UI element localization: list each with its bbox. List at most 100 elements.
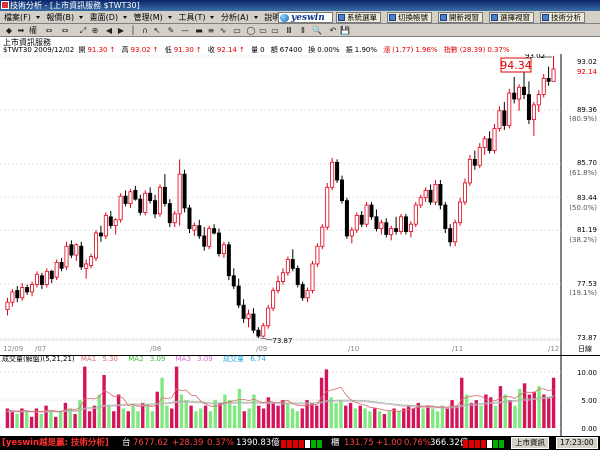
volume-bar [228,400,232,428]
volume-bar [112,411,116,428]
candle [157,184,162,217]
toolbar-tool-icon[interactable]: ⊕ [90,26,100,35]
up-arrow-icon: ↑ [109,46,116,54]
candle-body [418,197,423,206]
candlestick-chart[interactable]: 93.02 92.14 89.36(80.9%) 85.70 (61.8%) 83.44 (… [0,54,600,355]
volume-chart[interactable]: 10.00 5.00 0.00 [0,355,600,436]
volume-bar [165,405,169,428]
volume-bar [203,405,208,428]
volume-bar [15,414,19,428]
volume-bar [223,394,227,428]
volume-bar [387,411,391,428]
toolbar-tool-icon[interactable]: 💾 [340,26,350,35]
candle-body [408,223,413,232]
menu-screen[interactable]: 畫面(D) [86,11,122,24]
candle [187,205,192,234]
toolbar-tool-icon[interactable]: Ⅲ [284,26,294,35]
toolbar-tool-icon[interactable]: ⇔ [44,26,54,35]
candle-body [162,186,167,204]
candle-body [182,173,187,209]
volume-bar [199,408,203,428]
high-annotation: 93.02 [525,54,545,60]
toolbar-tool-icon[interactable]: ⤢ [78,26,88,35]
menu-quote[interactable]: 報價(B) [42,11,78,24]
toolbar-tool-icon[interactable]: │ [128,26,138,35]
candle [413,202,418,228]
toolbar-tool-icon[interactable]: ∩ [140,26,150,35]
quote-date: 2009/12/02 [33,46,75,54]
toolbar-tool-icon[interactable]: ➡ [16,26,26,35]
candle [94,230,99,261]
toolbar-tool-icon[interactable]: ↖ [152,26,162,35]
switch-account-button[interactable]: 切換帳號 [387,12,432,23]
amount-value: 67400 [279,46,303,54]
toolbar-tool-icon[interactable]: — [180,26,190,35]
yeswin-logo: yeswin [278,12,333,23]
ma1-name: MA1 [80,355,97,363]
candle-body [354,214,359,231]
toolbar-tool-icon[interactable]: ∿ [218,26,228,35]
candle-body [246,313,251,319]
candle-body [54,262,59,278]
candle-body [271,290,276,309]
volume-bar [179,394,184,428]
volume-bar [455,405,459,428]
globe-icon [280,14,289,22]
system-menu-button[interactable]: 系統選單 [336,12,381,23]
toolbar-tool-icon[interactable]: ↶ [328,26,338,35]
candle-body [379,222,384,229]
toolbar-tool-icon[interactable]: ▶ [116,26,126,35]
volume-bar [78,400,82,428]
toolbar-tool-icon[interactable]: Ⅱ [298,26,308,35]
taiex-change: +28.39 [172,438,204,448]
candle-body [448,228,453,243]
menu-tools[interactable]: 工具(T) [174,11,209,24]
volume-legend-name: 成交量 [222,355,244,363]
candle-body [443,204,448,229]
toolbar-tool-icon[interactable]: ◀ [104,26,114,35]
volume-bar [87,411,92,428]
volume-bar [218,402,222,428]
otc-change: +1.00 [376,438,403,448]
volume-bar [402,408,406,428]
ma3-name: MA3 [175,355,191,363]
volume-bar [392,408,396,428]
new-window-button[interactable]: 開新視窗 [438,12,483,23]
volume-bar [121,408,126,428]
toolbar-tool-icon[interactable]: ▭ [232,26,242,35]
toolbar-tool-icon[interactable]: ◯ [246,26,256,35]
toolbar-tool-icon[interactable]: 權 [28,26,38,35]
candle-body [172,213,177,224]
date-tick-label: /12 [548,345,559,353]
toolbar-tool-icon[interactable]: ▭ [258,26,268,35]
select-window-button[interactable]: 選擇視窗 [489,12,534,23]
candle-body [507,92,512,126]
menu-file[interactable]: 檔案(F) [0,11,35,24]
candle-body [300,284,305,299]
toolbar-tool-icon[interactable]: ▭ [270,26,280,35]
toolbar-tool-icon[interactable]: ⇔ [60,26,70,35]
candle [44,268,49,288]
candle [325,182,330,231]
toolbar-tool-icon[interactable]: 🔍 [312,26,322,35]
high-label: 高 [121,46,129,54]
candle-body [74,244,79,256]
menu-analysis[interactable]: 分析(A) [217,11,253,24]
taiex-pct: 0.37% [207,438,235,448]
volume-legend-value: 6.74 [250,355,266,363]
toolbar-tool-icon[interactable]: ≡ [206,26,216,35]
toolbar-tool-icon[interactable]: ✎ [166,26,176,35]
status-tab-listed-info[interactable]: 上市資訊 [511,437,549,449]
candle-body [261,325,266,337]
candle [167,199,172,228]
price-tick-label: 77.53 [577,280,597,288]
volume-bar [44,405,48,428]
tech-analysis-button[interactable]: 技術分析 [540,12,585,23]
toolbar-tool-icon[interactable]: ▬ [194,26,204,35]
close-label: 收 [207,46,215,54]
toolbar-tool-icon[interactable]: ◆ [4,26,14,35]
menu-manage[interactable]: 管理(M) [130,11,167,24]
candle [271,287,276,312]
candle-body [266,307,271,327]
candle-body [467,158,472,184]
